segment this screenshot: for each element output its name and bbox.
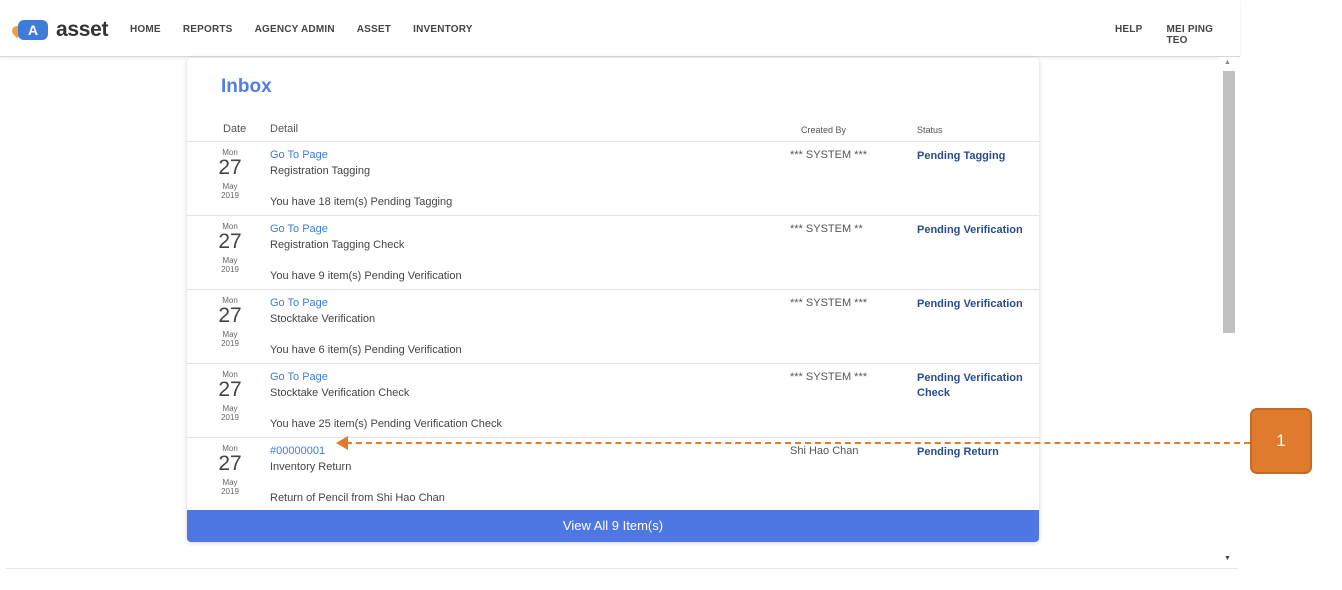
go-to-page-link[interactable]: Go To Page <box>270 371 328 383</box>
row-day: 27 <box>218 452 242 475</box>
go-to-page-link[interactable]: Go To Page <box>270 297 328 309</box>
divider <box>6 568 1238 569</box>
row-title: Registration Tagging <box>270 165 371 177</box>
reference-number-link[interactable]: #00000001 <box>270 445 325 457</box>
inbox-row: Mon 27 May 2019 Go To Page Registration … <box>187 141 1039 215</box>
header-detail: Detail <box>270 123 299 135</box>
inbox-row: Mon 27 May 2019 #00000001 Inventory Retu… <box>187 437 1039 511</box>
row-month-year: May 2019 <box>221 404 239 422</box>
header-date: Date <box>223 123 247 135</box>
row-message: You have 18 item(s) Pending Tagging <box>270 196 453 208</box>
nav-home[interactable]: HOME <box>130 24 161 35</box>
header-status: Status <box>917 125 943 135</box>
row-title: Inventory Return <box>270 461 352 473</box>
callout-badge: 1 <box>1250 408 1312 474</box>
logo-letter: A <box>18 20 48 40</box>
go-to-page-link[interactable]: Go To Page <box>270 223 328 235</box>
row-status: Pending Tagging <box>917 150 1006 162</box>
row-status: Pending Verification Check <box>917 372 1023 399</box>
row-title: Stocktake Verification <box>270 313 376 325</box>
nav-inventory[interactable]: INVENTORY <box>413 24 473 35</box>
row-created-by: *** SYSTEM *** <box>790 297 868 309</box>
inbox-row: Mon 27 May 2019 Go To Page Stocktake Ver… <box>187 363 1039 437</box>
row-month-year: May 2019 <box>221 256 239 274</box>
nav-agency-admin[interactable]: AGENCY ADMIN <box>255 24 335 35</box>
row-message: Return of Pencil from Shi Hao Chan <box>270 492 445 504</box>
row-message: You have 25 item(s) Pending Verification… <box>270 418 502 430</box>
view-all-button[interactable]: View All 9 Item(s) <box>187 510 1039 542</box>
row-day: 27 <box>218 156 242 179</box>
top-navbar: A asset HOME REPORTS AGENCY ADMIN ASSET … <box>0 0 1240 57</box>
callout-arrow-icon <box>336 436 348 450</box>
row-message: You have 6 item(s) Pending Verification <box>270 344 462 356</box>
callout-dashed-line <box>346 442 1250 444</box>
main-nav: HOME REPORTS AGENCY ADMIN ASSET INVENTOR… <box>130 24 495 35</box>
row-month-year: May 2019 <box>221 330 239 348</box>
row-status: Pending Return <box>917 446 999 458</box>
scroll-thumb[interactable] <box>1223 71 1235 333</box>
row-created-by: Shi Hao Chan <box>790 445 859 457</box>
row-created-by: *** SYSTEM *** <box>790 149 868 161</box>
nav-help[interactable]: HELP <box>1115 24 1142 46</box>
inbox-card: Inbox Date Detail Created By Status Mon … <box>187 58 1039 542</box>
logo-icon: A <box>9 19 48 41</box>
row-month-year: May 2019 <box>221 182 239 200</box>
row-title: Registration Tagging Check <box>270 239 405 251</box>
row-day: 27 <box>218 230 242 253</box>
logo-text: asset <box>56 18 109 41</box>
app-logo[interactable]: A asset <box>9 18 109 42</box>
scroll-up-arrow-icon[interactable]: ▲ <box>1224 59 1231 66</box>
go-to-page-link[interactable]: Go To Page <box>270 149 328 161</box>
header-created-by: Created By <box>801 125 847 135</box>
nav-asset[interactable]: ASSET <box>357 24 391 35</box>
vertical-scrollbar[interactable]: ▲ ▼ <box>1219 57 1237 569</box>
row-created-by: *** SYSTEM ** <box>790 223 863 235</box>
row-message: You have 9 item(s) Pending Verification <box>270 270 462 282</box>
row-day: 27 <box>218 378 242 401</box>
inbox-title: Inbox <box>221 76 272 97</box>
inbox-row: Mon 27 May 2019 Go To Page Stocktake Ver… <box>187 289 1039 363</box>
row-day: 27 <box>218 304 242 327</box>
scroll-down-arrow-icon[interactable]: ▼ <box>1224 555 1231 562</box>
user-nav: HELP MEI PING TEO <box>1115 24 1240 46</box>
row-month-year: May 2019 <box>221 478 239 496</box>
row-status: Pending Verification <box>917 298 1023 310</box>
row-status: Pending Verification <box>917 224 1023 236</box>
user-menu[interactable]: MEI PING TEO <box>1166 24 1216 46</box>
nav-reports[interactable]: REPORTS <box>183 24 233 35</box>
row-created-by: *** SYSTEM *** <box>790 371 868 383</box>
row-title: Stocktake Verification Check <box>270 387 410 399</box>
inbox-row: Mon 27 May 2019 Go To Page Registration … <box>187 215 1039 289</box>
